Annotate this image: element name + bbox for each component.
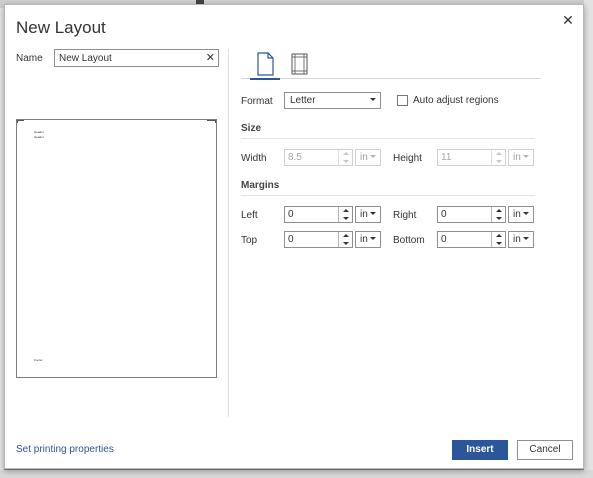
set-printing-properties-link[interactable]: Set printing properties bbox=[16, 444, 114, 455]
auto-adjust-checkbox[interactable] bbox=[397, 95, 408, 106]
height-label: Height bbox=[393, 153, 422, 164]
top-margin-input[interactable] bbox=[285, 232, 337, 247]
right-margin-label: Right bbox=[393, 210, 417, 221]
close-icon[interactable]: ✕ bbox=[561, 13, 575, 27]
height-unit-value: in bbox=[513, 152, 521, 163]
format-label: Format bbox=[241, 96, 273, 107]
preview-corner-mark bbox=[17, 120, 24, 123]
new-layout-dialog: New Layout ✕ Name ✕ Header Header Footer bbox=[4, 4, 584, 469]
tab-bar bbox=[241, 49, 541, 80]
decrement-icon[interactable] bbox=[343, 217, 349, 220]
size-section-heading: Size bbox=[241, 123, 535, 139]
top-margin-stepper[interactable] bbox=[284, 231, 353, 248]
format-select[interactable]: Letter bbox=[284, 92, 381, 109]
decrement-icon bbox=[343, 160, 349, 163]
decrement-icon[interactable] bbox=[496, 242, 502, 245]
decrement-icon bbox=[496, 160, 502, 163]
width-input bbox=[285, 150, 337, 165]
clear-icon[interactable]: ✕ bbox=[206, 51, 215, 65]
chevron-down-icon bbox=[370, 155, 376, 158]
decrement-icon[interactable] bbox=[496, 217, 502, 220]
width-unit-select: in bbox=[355, 149, 381, 166]
preview-footer-line: Footer bbox=[34, 358, 43, 362]
left-margin-input[interactable] bbox=[285, 207, 337, 222]
chevron-down-icon bbox=[370, 212, 376, 215]
tab-margins[interactable] bbox=[286, 51, 316, 79]
auto-adjust-label[interactable]: Auto adjust regions bbox=[413, 95, 499, 106]
cancel-button[interactable]: Cancel bbox=[517, 440, 573, 460]
increment-icon bbox=[496, 152, 502, 155]
preview-header-line: Header bbox=[34, 135, 44, 139]
bottom-margin-unit-select[interactable]: in bbox=[508, 231, 534, 248]
bottom-margin-label: Bottom bbox=[393, 235, 425, 246]
bottom-margin-input[interactable] bbox=[438, 232, 490, 247]
width-unit-value: in bbox=[360, 152, 368, 163]
layout-preview: Header Header Footer bbox=[16, 119, 217, 378]
increment-icon[interactable] bbox=[343, 234, 349, 237]
left-margin-stepper-arrows bbox=[338, 207, 352, 222]
tab-page-setup[interactable] bbox=[250, 51, 280, 80]
preview-corner-mark bbox=[207, 120, 216, 123]
bottom-margin-unit-value: in bbox=[513, 234, 521, 245]
left-margin-stepper[interactable] bbox=[284, 206, 353, 223]
chevron-down-icon bbox=[370, 237, 376, 240]
left-margin-unit-select[interactable]: in bbox=[355, 206, 381, 223]
increment-icon[interactable] bbox=[496, 209, 502, 212]
increment-icon[interactable] bbox=[343, 209, 349, 212]
vertical-divider bbox=[228, 49, 229, 417]
right-margin-unit-value: in bbox=[513, 209, 521, 220]
top-margin-unit-value: in bbox=[360, 234, 368, 245]
chevron-down-icon bbox=[523, 155, 529, 158]
right-margin-input[interactable] bbox=[438, 207, 490, 222]
top-margin-stepper-arrows bbox=[338, 232, 352, 247]
increment-icon bbox=[343, 152, 349, 155]
width-stepper-arrows bbox=[338, 150, 352, 165]
top-margin-unit-select[interactable]: in bbox=[355, 231, 381, 248]
name-field: ✕ bbox=[54, 49, 219, 67]
insert-button[interactable]: Insert bbox=[452, 440, 508, 460]
left-margin-label: Left bbox=[241, 210, 258, 221]
height-stepper-arrows bbox=[491, 150, 505, 165]
right-margin-stepper-arrows bbox=[491, 207, 505, 222]
height-stepper bbox=[437, 149, 506, 166]
background-bottom bbox=[0, 470, 593, 478]
chevron-down-icon bbox=[523, 212, 529, 215]
name-label: Name bbox=[16, 53, 43, 64]
bottom-margin-stepper[interactable] bbox=[437, 231, 506, 248]
height-unit-select: in bbox=[508, 149, 534, 166]
right-margin-stepper[interactable] bbox=[437, 206, 506, 223]
increment-icon[interactable] bbox=[496, 234, 502, 237]
top-margin-label: Top bbox=[241, 235, 258, 246]
margins-section-heading: Margins bbox=[241, 180, 535, 196]
format-value: Letter bbox=[290, 95, 316, 106]
left-margin-unit-value: in bbox=[360, 209, 368, 220]
preview-header-line: Header bbox=[34, 130, 44, 134]
chevron-down-icon bbox=[370, 98, 376, 101]
chevron-down-icon bbox=[523, 237, 529, 240]
decrement-icon[interactable] bbox=[343, 242, 349, 245]
dialog-title: New Layout bbox=[16, 18, 106, 37]
background-right bbox=[584, 0, 593, 478]
width-label: Width bbox=[241, 153, 267, 164]
right-margin-unit-select[interactable]: in bbox=[508, 206, 534, 223]
margins-icon bbox=[291, 53, 308, 75]
height-input bbox=[438, 150, 490, 165]
width-stepper bbox=[284, 149, 353, 166]
bottom-margin-stepper-arrows bbox=[491, 232, 505, 247]
name-input[interactable] bbox=[55, 50, 195, 66]
page-icon bbox=[257, 52, 274, 76]
